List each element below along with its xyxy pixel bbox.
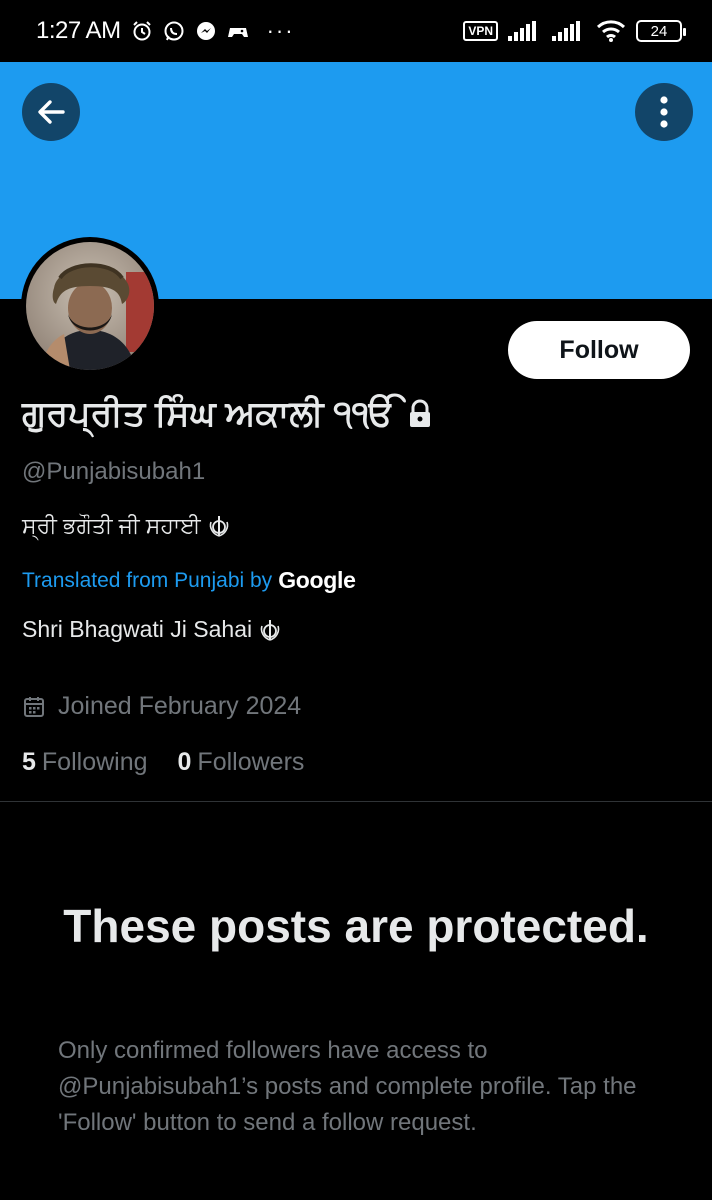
back-arrow-icon (38, 100, 65, 124)
translated-label: Translated from Punjabi by (22, 568, 273, 592)
wifi-icon (596, 20, 626, 42)
whatsapp-icon (163, 20, 185, 42)
followers-count: 0 (177, 748, 192, 776)
display-name: ਗੁਰਪ੍ਰੀਤ ਸਿੰਘ ਅਕਾਲੀ ੧ੴ (22, 394, 433, 434)
alarm-icon (131, 20, 153, 42)
following-link[interactable]: 5 Following (22, 748, 148, 777)
status-left: 1:27 AM ··· (36, 17, 295, 45)
more-notifications-icon: ··· (266, 18, 295, 43)
lock-icon (407, 399, 433, 429)
signal-icon-2 (552, 20, 586, 42)
battery-icon: 24 (636, 20, 686, 42)
bio-translation: Shri Bhagwati Ji Sahai (22, 616, 282, 643)
khanda-icon (207, 514, 231, 538)
back-button[interactable] (22, 83, 80, 141)
profile-handle: @Punjabisubah1 (22, 458, 206, 485)
calendar-icon (22, 695, 46, 719)
protected-message: Only confirmed followers have access to … (58, 1037, 637, 1136)
messenger-icon (195, 20, 217, 42)
joined-date: Joined February 2024 (22, 692, 301, 721)
signal-icon (508, 20, 542, 42)
google-logo: Google (278, 567, 356, 593)
joined-text: Joined February 2024 (58, 692, 302, 720)
bio: ਸ੍ਰੀ ਭਗੌਤੀ ਜੀ ਸਹਾਈ (22, 513, 231, 539)
khanda-icon (258, 618, 282, 642)
translation-attribution[interactable]: Translated from Punjabi by Google (22, 567, 356, 594)
game-icon (227, 20, 249, 42)
followers-link[interactable]: 0 Followers (178, 748, 305, 777)
following-count: 5 (22, 748, 36, 776)
status-bar: 1:27 AM ··· VPN 24 (0, 0, 712, 62)
follow-button[interactable]: Follow (508, 321, 690, 379)
followers-label: Followers (197, 748, 305, 776)
status-right: VPN 24 (463, 20, 686, 42)
following-label: Following (41, 748, 148, 776)
vpn-badge: VPN (463, 21, 498, 41)
bio-text: ਸ੍ਰੀ ਭਗੌਤੀ ਜੀ ਸਹਾਈ (22, 513, 201, 538)
avatar-image (26, 242, 154, 370)
kebab-icon (660, 96, 668, 128)
status-time: 1:27 AM (36, 17, 121, 44)
avatar[interactable] (21, 237, 159, 375)
protected-title: These posts are protected. (63, 900, 649, 952)
divider (0, 801, 712, 802)
follow-stats: 5 Following 0 Followers (22, 748, 304, 777)
bio-translation-text: Shri Bhagwati Ji Sahai (22, 616, 253, 642)
more-options-button[interactable] (635, 83, 693, 141)
display-name-text: ਗੁਰਪ੍ਰੀਤ ਸਿੰਘ ਅਕਾਲੀ ੧ੴ (22, 394, 395, 433)
